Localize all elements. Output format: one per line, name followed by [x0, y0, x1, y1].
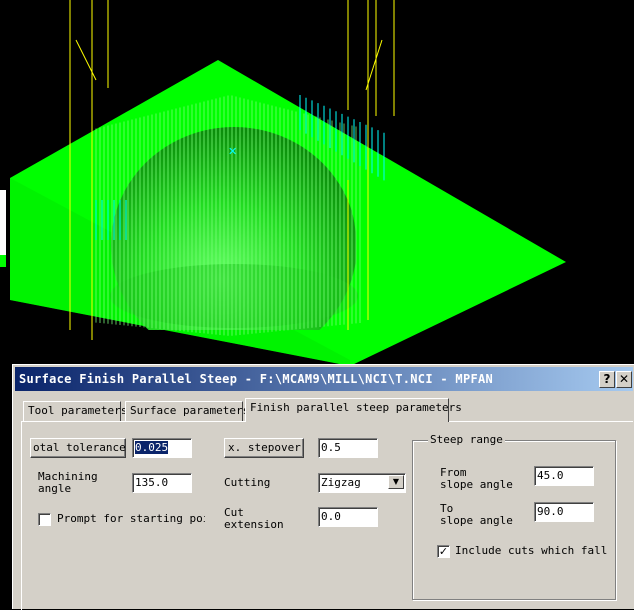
- toolpath-start-marker-icon: ✕: [228, 145, 237, 158]
- surface-render: ✕: [0, 0, 634, 366]
- total-tolerance-label: otal tolerance...: [33, 441, 126, 454]
- close-icon: ✕: [618, 372, 630, 386]
- graphics-viewport[interactable]: ✕: [0, 0, 634, 366]
- max-stepover-input[interactable]: 0.5: [318, 438, 378, 458]
- total-tolerance-value: 0.025: [135, 441, 169, 454]
- to-slope-value: 90.0: [537, 505, 564, 518]
- cut-extension-label-2: extension: [224, 518, 284, 531]
- help-icon: ?: [603, 372, 611, 386]
- tab-finish-parallel-steep[interactable]: Finish parallel steep parameters: [245, 398, 462, 422]
- tab-label: Surface parameters: [130, 404, 250, 417]
- title-bar[interactable]: Surface Finish Parallel Steep - F:\MCAM9…: [15, 367, 633, 391]
- max-stepover-button[interactable]: x. stepover...: [224, 438, 304, 458]
- from-slope-label-2: slope angle: [440, 478, 513, 491]
- include-cuts-checkbox[interactable]: ✓: [437, 545, 450, 558]
- prompt-start-checkbox[interactable]: [38, 513, 51, 526]
- from-slope-input[interactable]: 45.0: [534, 466, 594, 486]
- toolpath-lines: [95, 95, 361, 336]
- include-cuts-label: Include cuts which fall out: [455, 545, 614, 557]
- cutting-value: Zigzag: [321, 476, 361, 489]
- tab-label: Tool parameters: [28, 404, 128, 417]
- total-tolerance-button[interactable]: otal tolerance...: [30, 438, 126, 458]
- viewport-left-edge: [0, 0, 6, 366]
- to-slope-input[interactable]: 90.0: [534, 502, 594, 522]
- cutting-select[interactable]: Zigzag ▼: [318, 473, 406, 493]
- tab-tool-parameters[interactable]: Tool parameters: [23, 401, 127, 421]
- cut-extension-input[interactable]: 0.0: [318, 507, 378, 527]
- to-slope-label-2: slope angle: [440, 514, 513, 527]
- max-stepover-label: x. stepover...: [228, 441, 303, 454]
- from-slope-value: 45.0: [537, 469, 564, 482]
- machining-angle-value: 135.0: [135, 476, 169, 489]
- max-stepover-value: 0.5: [321, 441, 341, 454]
- check-icon: ✓: [438, 545, 449, 558]
- machining-angle-label-2: angle: [38, 482, 72, 495]
- steep-range-legend: Steep range: [428, 433, 505, 446]
- prompt-start-label: Prompt for starting point: [57, 513, 205, 525]
- dialog-title: Surface Finish Parallel Steep - F:\MCAM9…: [19, 372, 494, 386]
- total-tolerance-input[interactable]: 0.025: [132, 438, 192, 458]
- tab-label: Finish parallel steep parameters: [250, 401, 462, 414]
- chevron-down-icon[interactable]: ▼: [388, 475, 404, 489]
- close-button[interactable]: ✕: [616, 371, 632, 388]
- cut-extension-value: 0.0: [321, 510, 341, 523]
- tab-surface-parameters[interactable]: Surface parameters: [125, 401, 249, 421]
- help-button[interactable]: ?: [599, 371, 615, 388]
- cutting-label: Cutting: [224, 476, 271, 489]
- machining-angle-input[interactable]: 135.0: [132, 473, 192, 493]
